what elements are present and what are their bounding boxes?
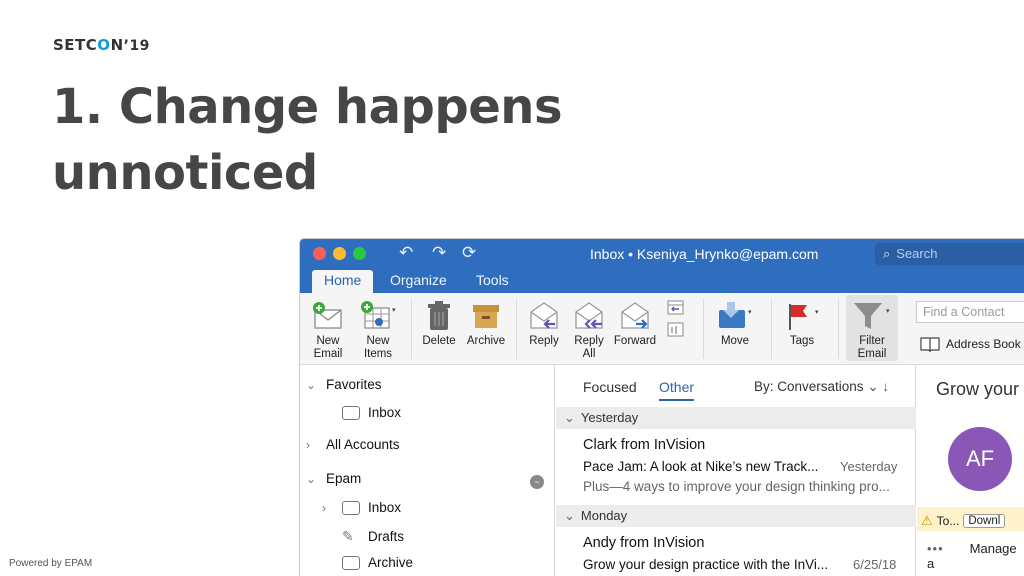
ribbon-divider bbox=[411, 299, 412, 359]
message-sender: Clark from InVision bbox=[583, 437, 706, 453]
slide-title-line1: 1. Change happens bbox=[52, 79, 563, 135]
more-icon: ••• bbox=[927, 541, 944, 556]
group-header-yesterday[interactable]: ⌄ Yesterday bbox=[556, 407, 916, 429]
ribbon-divider bbox=[703, 299, 704, 359]
message-sender: Andy from InVision bbox=[583, 535, 705, 551]
warning-icon: ⚠ bbox=[921, 513, 933, 528]
folder-pane: ⌄ Favorites Inbox › All Accounts ⌄ Epam › In… bbox=[300, 365, 555, 576]
archive-button[interactable]: Archive bbox=[464, 297, 508, 348]
delete-button[interactable]: Delete bbox=[421, 297, 457, 348]
message-date: 6/25/18 bbox=[853, 557, 897, 572]
reply-icon bbox=[530, 302, 558, 329]
slide-title-line2: unnoticed bbox=[52, 145, 318, 201]
meeting-reply-button[interactable] bbox=[664, 297, 688, 345]
inbox-icon bbox=[342, 405, 360, 420]
title-bar: ↶ ↷ ⟳ Inbox • Kseniya_Hrynko@epam.com ⌕ S… bbox=[300, 239, 1024, 270]
sync-icon[interactable]: ⟳ bbox=[462, 244, 476, 262]
ribbon-tabs: Home Organize Tools bbox=[300, 270, 1024, 293]
folder-favorite-inbox[interactable]: Inbox bbox=[342, 405, 401, 420]
message-date: Yesterday bbox=[840, 459, 898, 474]
folder-inbox[interactable]: › Inbox bbox=[322, 500, 401, 515]
reading-pane: Grow your AF ⚠ To... Downl ••• Manage a bbox=[917, 365, 1024, 576]
svg-text:▾: ▾ bbox=[886, 308, 890, 315]
chevron-down-icon: ⌄ bbox=[306, 377, 317, 392]
new-email-icon bbox=[313, 302, 342, 329]
close-window-button[interactable] bbox=[313, 247, 326, 260]
archive-box-icon bbox=[473, 305, 499, 328]
tab-home[interactable]: Home bbox=[312, 270, 374, 293]
address-book-icon bbox=[920, 337, 940, 352]
chevron-down-icon: ⌄ bbox=[306, 471, 317, 486]
chevron-down-icon: ⌄ bbox=[564, 508, 575, 523]
ribbon-divider bbox=[771, 299, 772, 359]
new-email-button[interactable]: New Email bbox=[310, 297, 346, 361]
archive-icon bbox=[342, 555, 360, 570]
filter-email-button[interactable]: ▾ Filter Email bbox=[846, 295, 898, 361]
svg-text:▾: ▾ bbox=[748, 309, 752, 316]
ribbon-divider bbox=[516, 299, 517, 359]
calendar-reply-icon bbox=[667, 300, 684, 337]
download-pictures-button[interactable]: Downl bbox=[963, 514, 1006, 528]
folder-archive[interactable]: Archive bbox=[342, 555, 413, 570]
forward-icon bbox=[621, 302, 649, 329]
move-button[interactable]: ▾ Move bbox=[713, 297, 757, 348]
setcon-logo: SETCON’19 bbox=[53, 36, 150, 54]
tab-other[interactable]: Other bbox=[659, 379, 695, 401]
avatar: AF bbox=[948, 427, 1012, 491]
tab-organize[interactable]: Organize bbox=[378, 270, 459, 293]
sort-direction-icon[interactable]: ↓ bbox=[882, 379, 889, 394]
tags-button[interactable]: ▾ Tags bbox=[782, 297, 822, 348]
reply-button[interactable]: Reply bbox=[526, 297, 562, 348]
folder-group-epam[interactable]: ⌄ Epam bbox=[306, 471, 361, 486]
tab-tools[interactable]: Tools bbox=[464, 270, 521, 293]
filter-funnel-icon: ▾ bbox=[854, 303, 890, 329]
message-list: Focused Other By: Conversations ⌄ ↓ ⌄ Yes… bbox=[556, 365, 916, 576]
folder-drafts[interactable]: ✎ Drafts bbox=[342, 528, 404, 545]
slide-title: 1. Change happens unnoticed bbox=[52, 74, 572, 206]
tab-focused[interactable]: Focused bbox=[583, 379, 637, 395]
undo-icon[interactable]: ↶ bbox=[399, 244, 413, 262]
new-items-button[interactable]: ▾ New Items bbox=[356, 297, 400, 361]
sort-by-dropdown[interactable]: By: Conversations ⌄ ↓ bbox=[754, 379, 889, 395]
inbox-icon bbox=[342, 500, 360, 515]
search-placeholder: Search bbox=[896, 246, 938, 261]
drafts-pencil-icon: ✎ bbox=[342, 528, 354, 544]
window-title: Inbox • Kseniya_Hrynko@epam.com bbox=[590, 246, 819, 262]
outlook-window: ↶ ↷ ⟳ Inbox • Kseniya_Hrynko@epam.com ⌕ S… bbox=[299, 238, 1024, 576]
minimize-window-button[interactable] bbox=[333, 247, 346, 260]
svg-text:▾: ▾ bbox=[392, 307, 396, 314]
chevron-right-icon: › bbox=[322, 500, 326, 515]
reply-all-button[interactable]: Reply All bbox=[570, 297, 608, 361]
chevron-right-icon: › bbox=[306, 437, 310, 452]
redo-icon[interactable]: ↷ bbox=[432, 244, 446, 262]
email-subject-heading: Grow your bbox=[936, 379, 1020, 399]
search-icon: ⌕ bbox=[883, 246, 891, 261]
new-items-icon: ▾ bbox=[361, 301, 396, 329]
reply-all-icon bbox=[575, 302, 603, 329]
find-contact-input[interactable]: Find a Contact bbox=[916, 301, 1024, 323]
chevron-down-icon: ⌄ bbox=[867, 379, 879, 394]
ribbon-divider bbox=[838, 299, 839, 359]
forward-button[interactable]: Forward bbox=[612, 297, 658, 348]
search-input[interactable]: ⌕ Search bbox=[875, 243, 1024, 265]
flag-icon: ▾ bbox=[789, 304, 819, 330]
message-subject: Grow your design practice with the InVi.… bbox=[583, 557, 829, 572]
folder-group-all-accounts[interactable]: › All Accounts bbox=[306, 437, 400, 452]
folder-group-favorites[interactable]: ⌄ Favorites bbox=[306, 377, 382, 392]
svg-text:▾: ▾ bbox=[815, 309, 819, 316]
download-info-bar: ⚠ To... Downl bbox=[917, 507, 1024, 531]
move-folder-icon: ▾ bbox=[719, 302, 752, 328]
group-header-monday[interactable]: ⌄ Monday bbox=[556, 505, 916, 527]
message-subject: Pace Jam: A look at Nike’s new Track... bbox=[583, 459, 819, 474]
zoom-window-button[interactable] bbox=[353, 247, 366, 260]
address-book-button[interactable]: Address Book bbox=[920, 336, 1021, 352]
manage-addins-button[interactable]: ••• Manage a bbox=[927, 541, 1024, 571]
message-preview: Plus—4 ways to improve your design think… bbox=[583, 479, 890, 494]
sync-status-icon: ~ bbox=[530, 475, 544, 489]
powered-by-footer: Powered by EPAM bbox=[9, 558, 93, 569]
chevron-down-icon: ⌄ bbox=[564, 410, 575, 425]
trash-icon bbox=[428, 301, 450, 330]
